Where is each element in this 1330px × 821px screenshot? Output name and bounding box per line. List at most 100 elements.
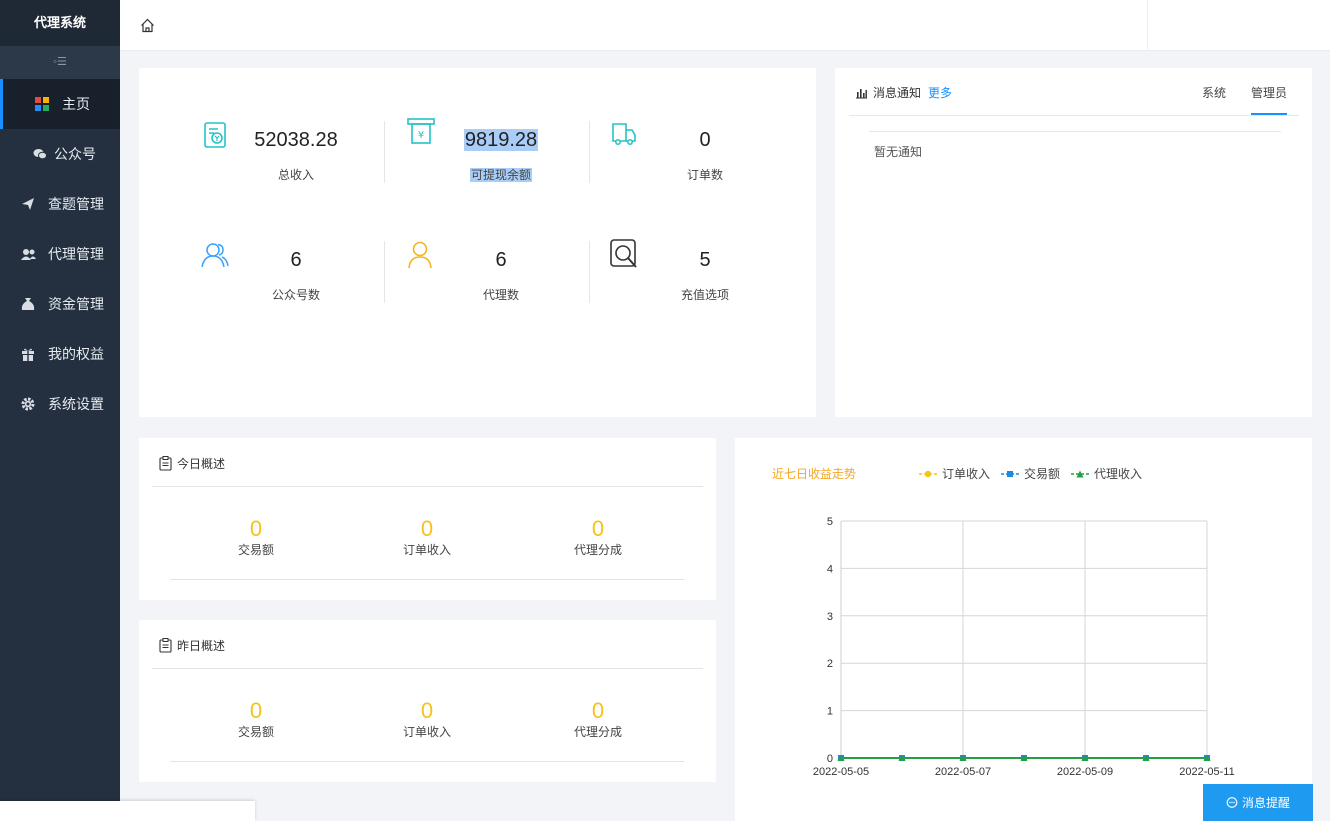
y-tick-label: 0 xyxy=(827,753,833,765)
gear-icon xyxy=(20,396,36,412)
yesterday-trade-amount: 0 交易额 xyxy=(196,700,316,740)
sidebar-item-label: 资金管理 xyxy=(48,296,104,312)
overview-label: 订单收入 xyxy=(402,725,451,739)
y-tick-label: 5 xyxy=(827,516,833,528)
x-tick-label: 2022-05-09 xyxy=(1057,766,1113,778)
x-tick-label: 2022-05-11 xyxy=(1179,766,1234,778)
stat-total-income: 52038.28 总收入 xyxy=(194,121,398,191)
sidebar-item-label: 公众号 xyxy=(54,146,96,162)
stat-recharge-options: 5 充值选项 xyxy=(603,239,807,311)
sidebar-item-question[interactable]: 查题管理 xyxy=(0,179,120,229)
overview-value: 0 xyxy=(591,698,605,723)
today-order-income: 0 订单收入 xyxy=(367,518,487,558)
clipboard-icon xyxy=(159,456,172,471)
message-reminder-label: 消息提醒 xyxy=(1241,796,1290,810)
tab-admin[interactable]: 管理员 xyxy=(1251,84,1288,115)
stat-label: 充值选项 xyxy=(680,288,729,302)
divider xyxy=(869,131,1281,132)
users-icon xyxy=(20,246,36,262)
overview-label: 交易额 xyxy=(237,725,274,739)
sidebar-menu: 主页 公众号 查题管理 代理管理 资金管理 我的权益 系统设置 xyxy=(0,79,120,429)
overview-value: 0 xyxy=(420,516,434,541)
home-icon[interactable] xyxy=(140,18,156,34)
stat-agents: 6 代理数 xyxy=(399,241,603,311)
sidebar-item-home[interactable]: 主页 xyxy=(0,79,120,129)
stat-label: 公众号数 xyxy=(271,288,320,302)
divider xyxy=(170,761,684,762)
x-tick-label: 2022-05-05 xyxy=(813,766,869,778)
stat-value: 6 xyxy=(290,249,302,271)
yesterday-title: 昨日概述 xyxy=(177,639,226,653)
trend-line-chart: 0 1 2 3 4 5 2022-05-05 2022-05-07 2022-05-09 2022… xyxy=(813,516,1235,778)
divider xyxy=(170,579,684,580)
bar-chart-icon xyxy=(856,89,867,99)
today-title: 今日概述 xyxy=(177,457,226,471)
yesterday-order-income: 0 订单收入 xyxy=(367,700,487,740)
stat-value: 52038.28 xyxy=(254,129,338,151)
gift-icon xyxy=(20,346,36,362)
sidebar-item-wechat[interactable]: 公众号 xyxy=(0,129,120,179)
chat-icon xyxy=(1226,796,1238,808)
paper-plane-icon xyxy=(20,196,36,212)
overview-value: 0 xyxy=(249,698,263,723)
overview-label: 订单收入 xyxy=(402,543,451,557)
sidebar-item-label: 查题管理 xyxy=(48,196,104,212)
sidebar-item-benefits[interactable]: 我的权益 xyxy=(0,329,120,379)
sidebar-item-label: 我的权益 xyxy=(48,346,104,362)
stat-label: 订单数 xyxy=(686,168,723,182)
stat-value: 0 xyxy=(699,129,711,151)
sidebar-item-label: 代理管理 xyxy=(48,246,104,262)
y-tick-label: 4 xyxy=(827,563,833,575)
sidebar-item-label: 系统设置 xyxy=(48,396,104,412)
notice-empty-text: 暂无通知 xyxy=(874,145,923,159)
y-tick-label: 1 xyxy=(827,706,833,718)
stat-label: 总收入 xyxy=(277,168,314,182)
home-grid-icon xyxy=(34,96,50,112)
divider xyxy=(152,668,703,669)
sidebar-item-label: 主页 xyxy=(62,96,90,112)
yesterday-agent-share: 0 代理分成 xyxy=(538,700,658,740)
overview-value: 0 xyxy=(591,516,605,541)
tab-system[interactable]: 系统 xyxy=(1202,84,1226,101)
notice-title: 消息通知 xyxy=(873,86,922,100)
clipboard-icon xyxy=(159,638,172,653)
overview-label: 交易额 xyxy=(237,543,274,557)
yesterday-overview-card: 昨日概述 0 交易额 0 订单收入 0 代理分成 xyxy=(139,620,716,782)
sidebar: 代理系统 ◦☰ 主页 公众号 查题管理 代理管理 资金管理 我的权益 系统设置 xyxy=(0,0,120,821)
y-tick-label: 2 xyxy=(827,658,833,670)
today-agent-share: 0 代理分成 xyxy=(538,518,658,558)
bottom-popup-fragment xyxy=(0,801,255,821)
notice-header: 消息通知 更多 系统 管理员 xyxy=(849,68,1299,116)
message-reminder-button[interactable]: 消息提醒 xyxy=(1203,784,1313,821)
stat-label: 可提现余额 xyxy=(469,168,532,182)
sidebar-item-funds[interactable]: 资金管理 xyxy=(0,279,120,329)
menu-collapse-icon[interactable]: ◦☰ xyxy=(0,46,120,79)
stat-value: 9819.28 xyxy=(463,129,539,151)
sidebar-item-agents[interactable]: 代理管理 xyxy=(0,229,120,279)
stat-wechat-accounts: 6 公众号数 xyxy=(194,241,398,311)
app-title: 代理系统 xyxy=(0,0,120,46)
header-user-area[interactable] xyxy=(1147,0,1330,51)
overview-label: 代理分成 xyxy=(573,725,622,739)
overview-value: 0 xyxy=(249,516,263,541)
stats-card: 52038.28 总收入 ¥ 9819.28 可提现余额 0 订单数 6 公众号… xyxy=(139,68,816,417)
today-trade-amount: 0 交易额 xyxy=(196,518,316,558)
trend-chart-card: 近七日收益走势 订单收入 交易额 代理收入 0 1 2 3 4 5 2022-05-05 20… xyxy=(735,438,1312,821)
overview-label: 代理分成 xyxy=(573,543,622,557)
overview-value: 0 xyxy=(420,698,434,723)
sidebar-item-settings[interactable]: 系统设置 xyxy=(0,379,120,429)
wechat-icon xyxy=(32,146,48,162)
notice-more-link[interactable]: 更多 xyxy=(928,84,952,101)
stat-value: 5 xyxy=(699,249,711,271)
stat-orders: 0 订单数 xyxy=(603,121,807,191)
notice-card: 消息通知 更多 系统 管理员 暂无通知 xyxy=(835,68,1312,417)
stat-withdrawable: ¥ 9819.28 可提现余额 xyxy=(399,118,603,191)
x-tick-label: 2022-05-07 xyxy=(935,766,991,778)
top-header xyxy=(120,0,1330,51)
y-tick-label: 3 xyxy=(827,611,833,623)
today-overview-card: 今日概述 0 交易额 0 订单收入 0 代理分成 xyxy=(139,438,716,600)
stat-value: 6 xyxy=(495,249,507,271)
money-bag-icon xyxy=(20,296,36,312)
stat-label: 代理数 xyxy=(482,288,519,302)
divider xyxy=(152,486,703,487)
